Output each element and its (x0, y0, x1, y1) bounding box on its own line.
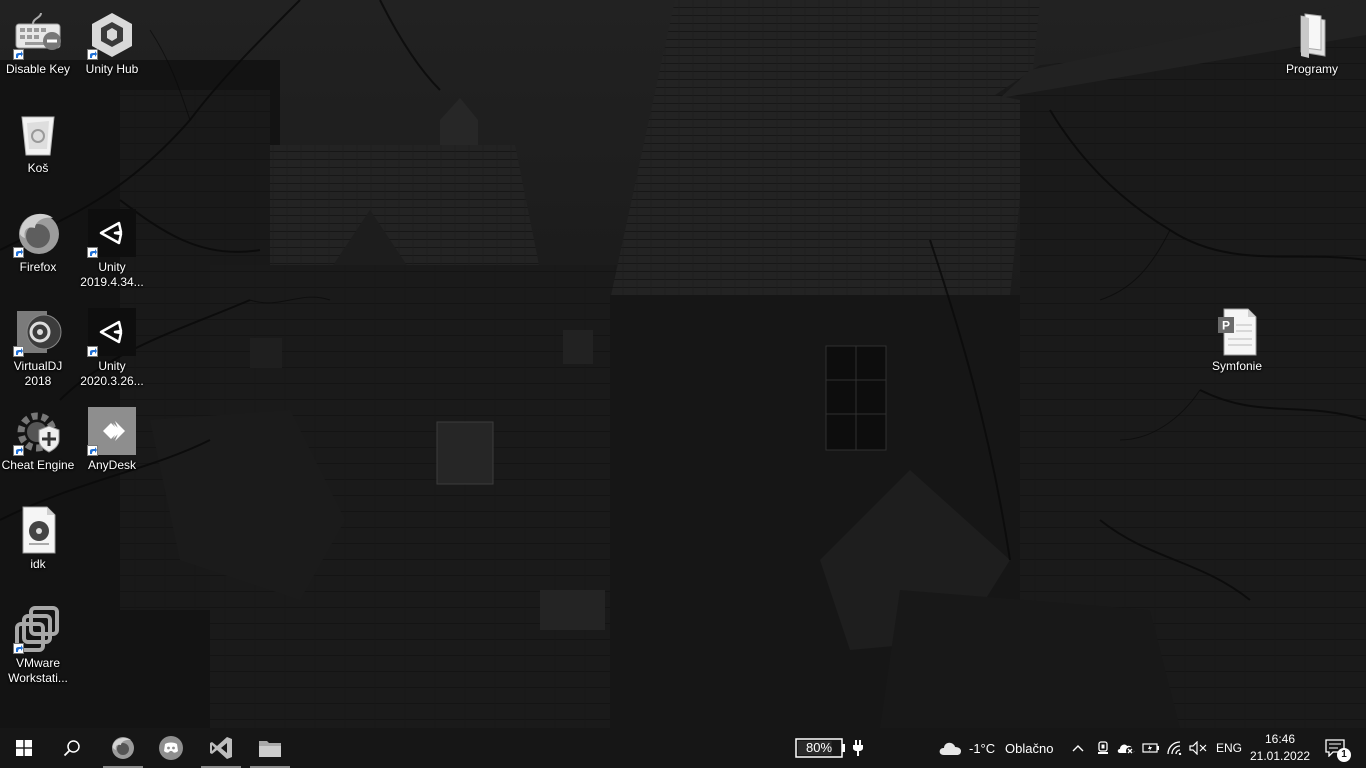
desktop-wallpaper (0, 0, 1366, 728)
onedrive-icon[interactable] (1116, 738, 1136, 758)
notification-center-button[interactable]: 1 (1320, 728, 1360, 768)
search-button[interactable] (48, 728, 96, 768)
meet-now-icon[interactable] (1093, 738, 1113, 758)
taskbar-discord[interactable] (147, 728, 195, 768)
svg-text:P: P (1222, 319, 1230, 333)
desktop-icon-label: VMware Workstati... (8, 656, 68, 685)
windows-logo-icon (16, 740, 32, 756)
desktop-icon-unity-hub[interactable]: Unity Hub (74, 4, 150, 100)
desktop-icon-idk[interactable]: idk (0, 499, 76, 595)
audio-file-icon (22, 506, 56, 554)
taskbar-file-explorer[interactable] (246, 728, 294, 768)
taskbar-firefox[interactable] (99, 728, 147, 768)
desktop-icon-virtualdj[interactable]: VirtualDJ 2018 (0, 301, 76, 397)
shortcut-arrow-icon (87, 445, 98, 456)
wifi-icon[interactable] (1165, 738, 1185, 758)
chevron-up-icon[interactable] (1068, 738, 1088, 758)
folder-icon (259, 741, 281, 757)
weather-temperature: -1°C (969, 741, 996, 756)
notification-count-badge: 1 (1337, 748, 1351, 762)
desktop-icon-disable-key[interactable]: Disable Key (0, 4, 76, 100)
cloud-icon (939, 742, 961, 755)
start-button[interactable] (0, 728, 48, 768)
weather-condition: Oblačno (1005, 741, 1054, 756)
desktop-icon-label: AnyDesk (87, 458, 137, 472)
shortcut-arrow-icon (13, 247, 24, 258)
battery-icon[interactable] (1141, 738, 1161, 758)
desktop-icon-label: Symfonie (1211, 359, 1263, 373)
desktop-icon-unity-2020[interactable]: Unity 2020.3.26... (74, 301, 150, 397)
desktop-icon-unity-2019[interactable]: Unity 2019.4.34... (74, 202, 150, 298)
battery-percent-label: 80% (805, 740, 833, 755)
desktop-icon-label: Unity 2019.4.34... (80, 260, 144, 289)
clock-time: 16:46 (1264, 732, 1296, 746)
visual-studio-icon (210, 737, 232, 759)
desktop-icon-label: idk (30, 557, 46, 571)
desktop-icon-label: Disable Key (5, 62, 71, 76)
clock-date: 21.01.2022 (1250, 749, 1311, 763)
charging-plug-icon (848, 738, 868, 758)
taskbar-visual-studio[interactable] (197, 728, 245, 768)
folder-icon (1300, 13, 1326, 58)
desktop-icon-label: Cheat Engine (1, 458, 75, 472)
shortcut-arrow-icon (13, 643, 24, 654)
shortcut-arrow-icon (13, 445, 24, 456)
shortcut-arrow-icon (13, 49, 24, 60)
desktop-icon-label: Programy (1285, 62, 1338, 76)
shortcut-arrow-icon (87, 49, 98, 60)
desktop-icon-vmware[interactable]: VMware Workstati... (0, 598, 76, 694)
desktop-icon-cheat-engine[interactable]: Cheat Engine (0, 400, 76, 496)
desktop-icon-symfonie[interactable]: P Symfonie (1199, 301, 1275, 397)
search-icon (63, 740, 80, 757)
shortcut-arrow-icon (87, 247, 98, 258)
clock[interactable]: 16:46 21.01.2022 (1250, 728, 1310, 768)
desktop-icon-label: Unity Hub (85, 62, 139, 76)
desktop-icon-label: Firefox (19, 260, 57, 274)
desktop-icon-label: Koš (27, 161, 49, 175)
desktop-icon-programy[interactable]: Programy (1274, 4, 1350, 100)
weather-widget[interactable]: -1°C Oblačno (936, 728, 1062, 768)
desktop-icon-anydesk[interactable]: AnyDesk (74, 400, 150, 496)
recycle-bin-icon (21, 116, 55, 156)
taskbar: 80% -1°C Oblačno ENG 16:46 21.01.2022 1 (0, 728, 1366, 768)
desktop-icon-label: VirtualDJ 2018 (13, 359, 63, 388)
battery-percentage[interactable]: 80% (795, 738, 845, 758)
desktop-icon-firefox[interactable]: Firefox (0, 202, 76, 298)
publisher-file-icon: P (1218, 308, 1257, 356)
discord-icon (159, 736, 183, 760)
shortcut-arrow-icon (87, 346, 98, 357)
desktop-icon-recycle-bin[interactable]: Koš (0, 103, 76, 199)
desktop-icon-label: Unity 2020.3.26... (80, 359, 144, 388)
shortcut-arrow-icon (13, 346, 24, 357)
firefox-icon (112, 737, 134, 759)
language-indicator[interactable]: ENG (1216, 741, 1242, 755)
speaker-muted-icon[interactable] (1188, 738, 1208, 758)
